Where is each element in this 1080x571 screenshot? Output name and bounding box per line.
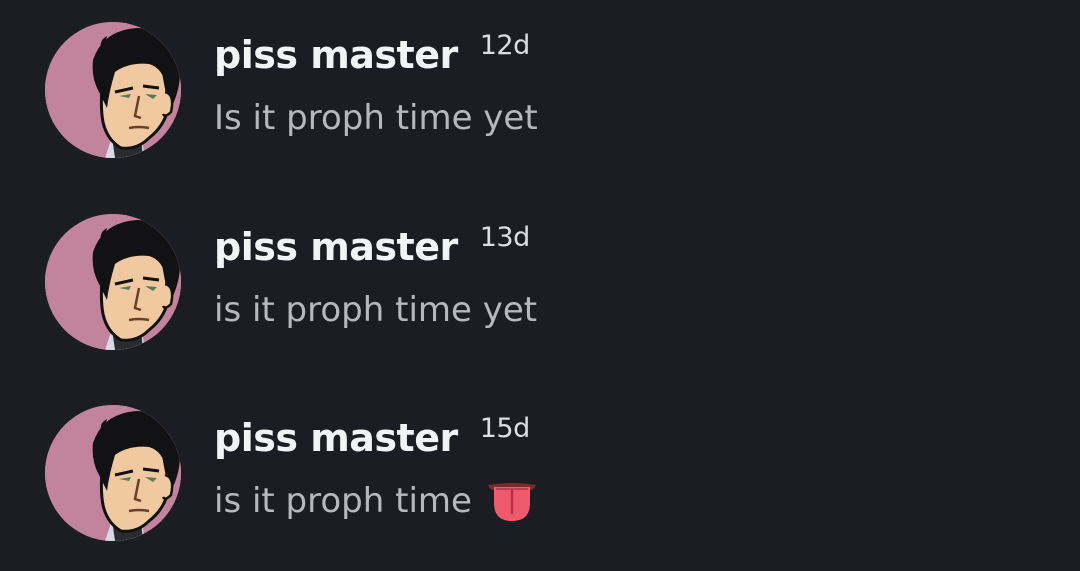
tongue-emoji-icon [486,479,538,523]
message-text: is it proph time [214,477,538,525]
username[interactable]: piss master [214,413,458,463]
message-item[interactable]: piss master 15d is it proph time [0,403,1080,553]
message-item[interactable]: piss master 13d is it proph time yet [0,212,1080,362]
message-text-content: is it proph time [214,481,472,521]
avatar[interactable] [45,405,181,541]
avatar-portrait-icon [45,405,181,541]
avatar-portrait-icon [45,22,181,158]
timestamp: 15d [479,413,531,444]
message-header: piss master 12d [214,30,530,80]
message-text: is it proph time yet [214,290,538,330]
message-header: piss master 13d [214,222,530,272]
timestamp: 12d [479,30,531,61]
username[interactable]: piss master [214,222,458,272]
message-header: piss master 15d [214,413,530,463]
avatar[interactable] [45,22,181,158]
username[interactable]: piss master [214,30,458,80]
message-feed: piss master 12d Is it proph time yet pis… [0,0,1080,571]
message-text: Is it proph time yet [214,98,538,138]
timestamp: 13d [479,222,531,253]
avatar-portrait-icon [45,214,181,350]
message-item[interactable]: piss master 12d Is it proph time yet [0,20,1080,170]
avatar[interactable] [45,214,181,350]
